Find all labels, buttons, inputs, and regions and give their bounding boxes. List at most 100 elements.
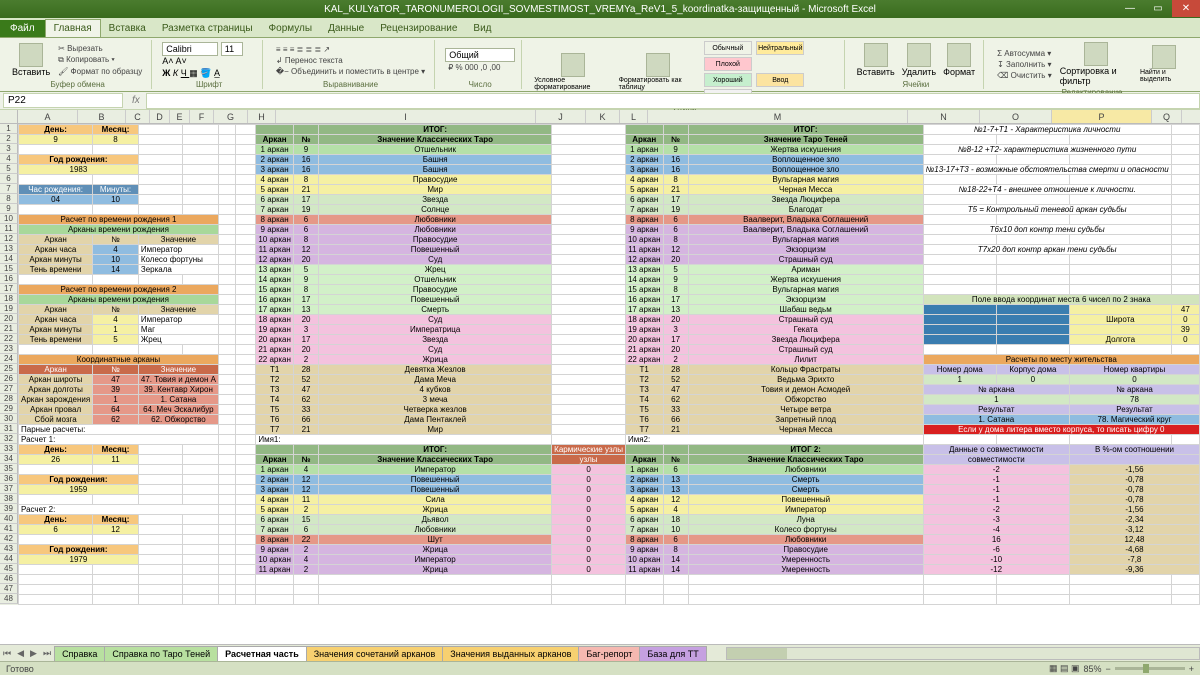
row-45[interactable]: 45 [0,564,18,574]
cell[interactable]: Любовники [319,225,552,235]
cell[interactable]: 13 аркан [256,265,294,275]
cell[interactable]: 66 [293,415,318,425]
cell[interactable] [138,205,182,215]
cell[interactable]: №8-12 +Т2- характеристика жизненного пут… [923,145,1171,155]
zoom-plus[interactable]: + [1189,664,1194,674]
cell[interactable]: 0 [552,495,626,505]
cell[interactable]: Жрица [319,355,552,365]
cell[interactable]: 3 [293,325,318,335]
cell[interactable] [1070,175,1172,185]
cell[interactable] [923,235,996,245]
cell[interactable]: 9 [663,275,688,285]
cell[interactable]: Повешенный [319,295,552,305]
cell[interactable] [218,455,235,465]
cell[interactable] [236,165,256,175]
cell[interactable] [923,345,996,355]
merge-center-button[interactable]: �− Объединить и поместить в центре ▾ [273,66,428,77]
cell[interactable] [218,275,235,285]
delete-button[interactable]: Удалить [900,41,938,79]
h-scrollbar[interactable] [726,647,1200,660]
cell[interactable] [93,345,139,355]
cell[interactable]: № аркана [1070,385,1200,395]
cell[interactable] [552,375,626,385]
font-color-icon[interactable]: A̲ [214,68,220,78]
cell[interactable] [19,145,93,155]
cell[interactable] [625,595,663,605]
cell[interactable]: 5 аркан [625,505,663,515]
cell[interactable] [923,575,996,585]
cell[interactable]: 47 [1171,305,1199,315]
cell[interactable]: Т2 [625,375,663,385]
row-19[interactable]: 19 [0,304,18,314]
cell[interactable] [19,495,93,505]
cell[interactable] [218,585,235,595]
cell[interactable] [1070,325,1172,335]
cell[interactable]: 78. Магический круг [1070,415,1200,425]
bold-icon[interactable]: Ж [162,68,173,78]
cell[interactable] [236,385,256,395]
cell[interactable]: День: [19,445,93,455]
cell[interactable]: Жрица [319,545,552,555]
cell[interactable]: Воплощенное зло [688,155,923,165]
cell[interactable] [236,315,256,325]
cell[interactable]: Т1 [625,365,663,375]
cell[interactable]: 1 аркан [256,145,294,155]
cell[interactable] [236,375,256,385]
cell[interactable] [138,495,182,505]
cell[interactable]: Результат [923,405,1069,415]
cell[interactable]: -10 [923,555,1069,565]
cell[interactable] [236,575,256,585]
cell[interactable] [218,505,235,515]
cell[interactable]: 20 [663,345,688,355]
cell[interactable]: -3 [923,515,1069,525]
cell[interactable] [218,475,235,485]
cell[interactable]: 8 [663,545,688,555]
cell[interactable] [19,175,93,185]
cell[interactable] [236,305,256,315]
cell[interactable]: 20 [293,255,318,265]
align-icons[interactable]: ≡ ≡ ≡ ≣ ≣ ≣ ↗ [273,44,428,55]
col-M[interactable]: M [648,110,908,123]
cell[interactable] [1171,585,1199,595]
cell[interactable] [996,195,1069,205]
cell[interactable]: Отшельник [319,275,552,285]
row-32[interactable]: 32 [0,434,18,444]
cell[interactable]: 4 аркан [625,495,663,505]
cell[interactable] [236,425,256,435]
cell[interactable] [182,185,218,195]
cell[interactable] [923,595,996,605]
cell[interactable] [93,585,139,595]
cell[interactable]: 64. Меч Эскалибур [138,405,218,415]
cell[interactable] [996,275,1069,285]
sheet-tab[interactable]: Справка [54,646,105,661]
cell[interactable] [996,255,1069,265]
cell[interactable]: -2 [923,505,1069,515]
cell[interactable]: 6 [663,215,688,225]
row-17[interactable]: 17 [0,284,18,294]
cell[interactable]: В %-ом соотношении [1070,445,1200,455]
cell[interactable]: Долгота [1070,335,1172,345]
cell[interactable] [236,335,256,345]
col-N[interactable]: N [908,110,980,123]
row-20[interactable]: 20 [0,314,18,324]
style-neutral[interactable]: Нейтральный [756,41,804,55]
cell[interactable] [236,585,256,595]
cell[interactable]: 9 [293,275,318,285]
style-good[interactable]: Хороший [704,73,752,87]
cell[interactable] [688,595,923,605]
cell[interactable]: Суд [319,255,552,265]
style-bad[interactable]: Плохой [704,57,752,71]
cell[interactable] [138,525,182,535]
row-27[interactable]: 27 [0,384,18,394]
cell[interactable] [1171,255,1199,265]
cell[interactable] [218,515,235,525]
cell[interactable]: Аркан широты [19,375,93,385]
cell[interactable]: 8 [293,235,318,245]
cell[interactable]: 0 [552,465,626,475]
cell[interactable] [236,455,256,465]
cell[interactable]: 11 [93,455,139,465]
cell[interactable] [218,145,235,155]
cell[interactable] [552,175,626,185]
cell[interactable]: Четверка жезлов [319,405,552,415]
cell[interactable]: 18 [663,515,688,525]
